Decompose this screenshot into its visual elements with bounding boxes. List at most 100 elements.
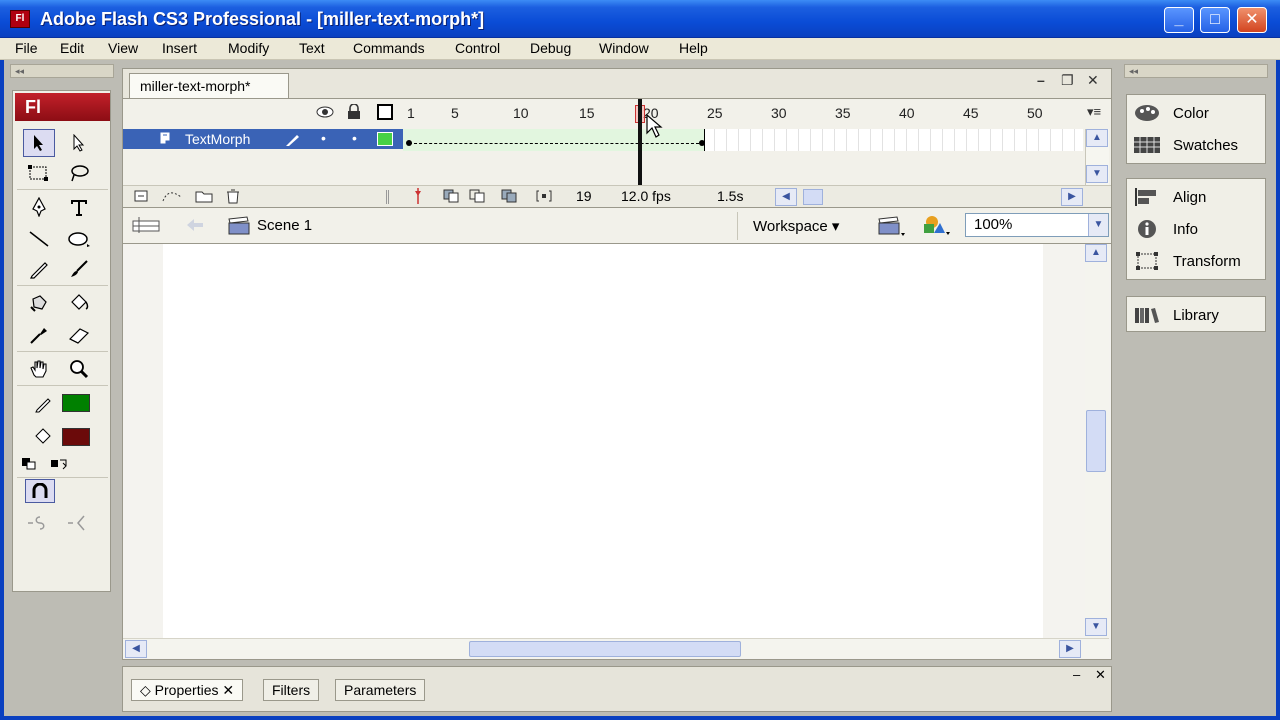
pencil-tool-icon[interactable] bbox=[23, 255, 55, 283]
edit-multiple-frames-icon[interactable] bbox=[501, 189, 517, 206]
layer-name[interactable]: TextMorph bbox=[185, 131, 250, 147]
insert-folder-icon[interactable] bbox=[195, 189, 213, 206]
oval-tool-icon[interactable] bbox=[63, 225, 95, 253]
eye-icon[interactable] bbox=[316, 105, 334, 122]
document-close-button[interactable]: ✕ bbox=[1087, 72, 1099, 89]
stage-canvas[interactable] bbox=[163, 244, 1043, 638]
menu-window[interactable]: Window bbox=[597, 40, 651, 56]
brush-tool-icon[interactable] bbox=[63, 255, 95, 283]
stage-scroll-up-button[interactable]: ▲ bbox=[1085, 244, 1107, 262]
pen-tool-icon[interactable] bbox=[23, 193, 55, 221]
maximize-button[interactable]: □ bbox=[1200, 7, 1230, 33]
panel-align[interactable]: Align bbox=[1127, 181, 1265, 213]
tab-filters[interactable]: Filters bbox=[263, 679, 320, 701]
menu-debug[interactable]: Debug bbox=[528, 40, 573, 56]
stage-scroll-right-button[interactable]: ▶ bbox=[1059, 640, 1081, 658]
keyframe-end[interactable] bbox=[699, 140, 705, 146]
tab-properties[interactable]: ◇ Properties ✕ bbox=[131, 679, 244, 701]
frame-rate[interactable]: 12.0 fps bbox=[621, 188, 671, 204]
outline-icon[interactable] bbox=[377, 104, 393, 123]
subselection-tool-icon[interactable] bbox=[63, 129, 95, 157]
modify-onion-markers-icon[interactable] bbox=[535, 189, 553, 206]
menu-text[interactable]: Text bbox=[297, 40, 327, 56]
layer-visibility-dot[interactable]: • bbox=[321, 130, 326, 146]
insert-layer-icon[interactable] bbox=[133, 189, 149, 206]
swap-colors-icon[interactable] bbox=[47, 453, 71, 473]
document-restore-button[interactable]: ❐ bbox=[1061, 72, 1074, 89]
menu-control[interactable]: Control bbox=[453, 40, 502, 56]
timeline-scroll-right-button[interactable]: ▶ bbox=[1061, 188, 1083, 206]
keyframe-start[interactable] bbox=[406, 140, 412, 146]
free-transform-tool-icon[interactable] bbox=[23, 159, 55, 187]
stage-scroll-left-button[interactable]: ◀ bbox=[125, 640, 147, 658]
layer-lock-dot[interactable]: • bbox=[352, 130, 357, 146]
back-arrow-icon[interactable] bbox=[185, 218, 205, 236]
timeline-toggle-icon[interactable] bbox=[131, 215, 161, 239]
fill-color-swatch[interactable] bbox=[62, 428, 90, 446]
zoom-dropdown-arrow[interactable]: ▼ bbox=[1088, 214, 1108, 236]
edit-symbols-icon[interactable] bbox=[919, 214, 951, 240]
timeline-menu-icon[interactable]: ▾≡ bbox=[1087, 104, 1101, 120]
stage-scroll-down-button[interactable]: ▼ bbox=[1085, 618, 1107, 636]
right-panel-handle[interactable]: ◂◂ bbox=[1124, 64, 1268, 78]
panel-info[interactable]: Info bbox=[1127, 213, 1265, 245]
timeline-ruler[interactable]: 1 5 10 15 20 25 30 35 40 45 50 bbox=[403, 99, 1083, 127]
zoom-tool-icon[interactable] bbox=[63, 355, 95, 383]
toolbox-handle[interactable]: ◂◂ bbox=[10, 64, 114, 78]
lock-icon[interactable] bbox=[347, 103, 361, 123]
splitter-grip[interactable] bbox=[386, 190, 389, 204]
add-motion-guide-icon[interactable] bbox=[161, 189, 185, 206]
paint-bucket-tool-icon[interactable] bbox=[63, 289, 95, 317]
onion-skin-icon[interactable] bbox=[443, 189, 459, 206]
hand-tool-icon[interactable] bbox=[23, 355, 55, 383]
lasso-tool-icon[interactable] bbox=[63, 159, 95, 187]
timeline-scroll-left-button[interactable]: ◀ bbox=[775, 188, 797, 206]
close-button[interactable]: ✕ bbox=[1237, 7, 1267, 33]
layer-outline-color[interactable] bbox=[377, 132, 393, 146]
ink-bottle-tool-icon[interactable] bbox=[23, 289, 55, 317]
stage-horizontal-thumb[interactable] bbox=[469, 641, 741, 657]
panel-close-button[interactable]: ✕ bbox=[1095, 667, 1106, 683]
center-frame-icon[interactable] bbox=[413, 188, 423, 207]
line-tool-icon[interactable] bbox=[23, 225, 55, 253]
menu-view[interactable]: View bbox=[106, 40, 140, 56]
stage-vertical-scrollbar[interactable]: ▲ ▼ bbox=[1085, 244, 1109, 638]
layer-frames[interactable] bbox=[403, 129, 1083, 151]
stage-vertical-thumb[interactable] bbox=[1086, 410, 1106, 472]
snap-to-objects-icon[interactable] bbox=[25, 479, 55, 503]
timeline-scroll-thumb[interactable] bbox=[803, 189, 823, 205]
workspace-dropdown[interactable]: Workspace ▾ bbox=[753, 217, 839, 235]
panel-color[interactable]: Color bbox=[1127, 97, 1265, 129]
menu-help[interactable]: Help bbox=[677, 40, 710, 56]
onion-skin-outlines-icon[interactable] bbox=[469, 189, 485, 206]
default-colors-icon[interactable] bbox=[17, 453, 41, 473]
eraser-tool-icon[interactable] bbox=[63, 321, 95, 349]
panel-minimize-button[interactable]: – bbox=[1073, 667, 1080, 682]
menu-edit[interactable]: Edit bbox=[58, 40, 86, 56]
tab-parameters[interactable]: Parameters bbox=[335, 679, 426, 701]
stroke-color-swatch[interactable] bbox=[62, 394, 90, 412]
panel-transform[interactable]: Transform bbox=[1127, 245, 1265, 277]
timeline-vertical-scrollbar[interactable]: ▲ ▼ bbox=[1085, 129, 1109, 185]
scroll-down-button[interactable]: ▼ bbox=[1086, 165, 1108, 183]
stage-horizontal-scrollbar[interactable]: ◀ ▶ bbox=[123, 638, 1109, 658]
menu-insert[interactable]: Insert bbox=[160, 40, 199, 56]
menu-modify[interactable]: Modify bbox=[226, 40, 271, 56]
layer-row-textmorph[interactable]: TextMorph • • bbox=[123, 129, 403, 149]
playhead-line[interactable] bbox=[638, 99, 642, 185]
panel-library[interactable]: Library bbox=[1127, 299, 1265, 331]
scroll-up-button[interactable]: ▲ bbox=[1086, 129, 1108, 147]
close-icon[interactable]: ✕ bbox=[222, 682, 234, 698]
minimize-button[interactable]: _ bbox=[1164, 7, 1194, 33]
panel-swatches[interactable]: Swatches bbox=[1127, 129, 1265, 161]
zoom-select[interactable]: 100% ▼ bbox=[965, 213, 1109, 237]
document-minimize-button[interactable]: – bbox=[1037, 72, 1045, 88]
menu-commands[interactable]: Commands bbox=[351, 40, 427, 56]
text-tool-icon[interactable] bbox=[63, 193, 95, 221]
delete-layer-icon[interactable] bbox=[225, 188, 241, 207]
edit-scene-icon[interactable] bbox=[877, 215, 907, 241]
selection-tool-icon[interactable] bbox=[23, 129, 55, 157]
document-tab[interactable]: miller-text-morph* bbox=[129, 73, 289, 99]
eyedropper-tool-icon[interactable] bbox=[23, 321, 55, 349]
menu-file[interactable]: File bbox=[13, 40, 40, 56]
